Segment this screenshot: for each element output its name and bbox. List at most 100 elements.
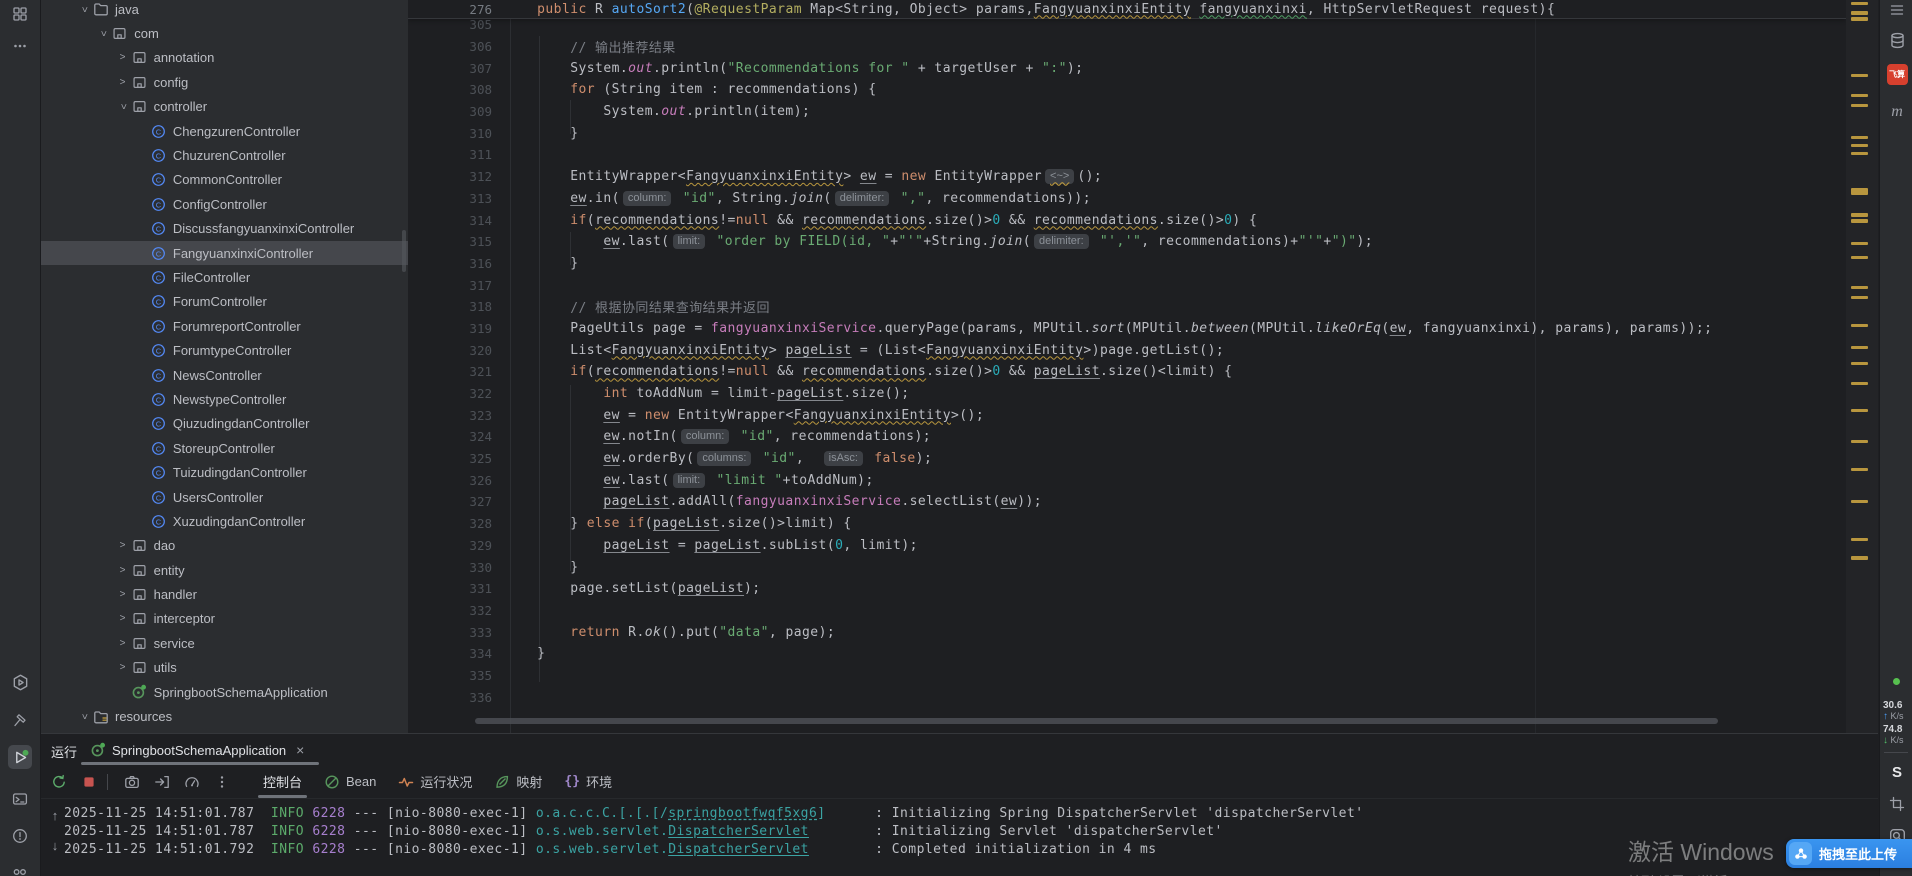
warning-stripe-mark[interactable] bbox=[1851, 286, 1868, 289]
console-tab-Bean[interactable]: Bean bbox=[313, 765, 387, 798]
line-number[interactable]: 315 bbox=[408, 234, 504, 249]
warning-stripe-mark[interactable] bbox=[1851, 2, 1868, 5]
warning-stripe-mark[interactable] bbox=[1851, 11, 1868, 15]
tree-item-entity[interactable]: > entity bbox=[41, 558, 408, 582]
warning-stripe-mark[interactable] bbox=[1851, 468, 1868, 471]
more-tool-windows-icon[interactable] bbox=[8, 34, 32, 58]
scroll-up-icon[interactable]: ↑ bbox=[47, 808, 63, 823]
tree-item-ForumController[interactable]: C ForumController bbox=[41, 290, 408, 314]
chevron-icon[interactable]: > bbox=[115, 52, 131, 63]
warning-stripe-mark[interactable] bbox=[1851, 17, 1868, 21]
tree-item-UsersController[interactable]: C UsersController bbox=[41, 485, 408, 509]
line-number[interactable]: 318 bbox=[408, 299, 504, 314]
chevron-icon[interactable]: > bbox=[115, 613, 131, 624]
line-number[interactable]: 328 bbox=[408, 516, 504, 531]
log-hyperlink[interactable]: DispatcherServlet bbox=[668, 824, 809, 839]
code-editor[interactable]: 305 306 // 输出推荐结果 307 System.out.println("… bbox=[408, 0, 1846, 733]
tree-item-ConfigController[interactable]: C ConfigController bbox=[41, 192, 408, 216]
warning-stripe-mark[interactable] bbox=[1851, 382, 1868, 385]
editor-horizontal-scrollbar[interactable] bbox=[475, 718, 1718, 724]
tree-item-annotation[interactable]: > annotation bbox=[41, 46, 408, 70]
chevron-icon[interactable]: > bbox=[115, 540, 131, 551]
tree-item-XuzudingdanController[interactable]: C XuzudingdanController bbox=[41, 509, 408, 533]
tree-item-QiuzudingdanController[interactable]: C QiuzudingdanController bbox=[41, 412, 408, 436]
screenshot-crop-icon[interactable] bbox=[1885, 792, 1909, 816]
build-icon[interactable] bbox=[8, 708, 32, 732]
tree-item-resources[interactable]: > resources bbox=[41, 704, 408, 728]
line-number[interactable]: 319 bbox=[408, 321, 504, 336]
line-number[interactable]: 311 bbox=[408, 147, 504, 162]
run-tab[interactable]: SpringbootSchemaApplication × bbox=[89, 738, 304, 762]
line-number[interactable]: 334 bbox=[408, 646, 504, 661]
warning-stripe-mark[interactable] bbox=[1851, 556, 1868, 560]
line-number[interactable]: 321 bbox=[408, 364, 504, 379]
warning-stripe-mark[interactable] bbox=[1851, 104, 1868, 107]
line-number[interactable]: 306 bbox=[408, 39, 504, 54]
warning-stripe-mark[interactable] bbox=[1851, 219, 1868, 223]
tree-item-utils[interactable]: > utils bbox=[41, 656, 408, 680]
tree-item-NewsController[interactable]: C NewsController bbox=[41, 363, 408, 387]
warning-stripe-mark[interactable] bbox=[1851, 440, 1868, 443]
tree-item-ChuzurenController[interactable]: C ChuzurenController bbox=[41, 143, 408, 167]
services-icon[interactable] bbox=[8, 670, 32, 694]
tree-item-controller[interactable]: > controller bbox=[41, 95, 408, 119]
line-number[interactable]: 276 bbox=[408, 2, 504, 17]
line-number[interactable]: 333 bbox=[408, 625, 504, 640]
tree-item-handler[interactable]: > handler bbox=[41, 582, 408, 606]
chevron-icon[interactable]: > bbox=[115, 662, 131, 673]
tree-item-com[interactable]: > com bbox=[41, 21, 408, 45]
chevron-icon[interactable]: > bbox=[115, 589, 131, 600]
more-options-button[interactable] bbox=[210, 770, 234, 794]
tree-item-ForumreportController[interactable]: C ForumreportController bbox=[41, 314, 408, 338]
line-number[interactable]: 313 bbox=[408, 191, 504, 206]
line-number[interactable]: 329 bbox=[408, 538, 504, 553]
line-number[interactable]: 322 bbox=[408, 386, 504, 401]
line-number[interactable]: 327 bbox=[408, 494, 504, 509]
line-number[interactable]: 331 bbox=[408, 581, 504, 596]
tree-item-CommonController[interactable]: C CommonController bbox=[41, 168, 408, 192]
line-number[interactable]: 325 bbox=[408, 451, 504, 466]
warning-stripe-mark[interactable] bbox=[1851, 144, 1868, 147]
warning-stripe-mark[interactable] bbox=[1851, 409, 1868, 412]
line-number[interactable]: 310 bbox=[408, 126, 504, 141]
tree-item-service[interactable]: > service bbox=[41, 631, 408, 655]
warning-stripe-mark[interactable] bbox=[1851, 538, 1868, 541]
tree-item-FileController[interactable]: C FileController bbox=[41, 265, 408, 289]
console-tab-控制台[interactable]: 控制台 bbox=[252, 765, 313, 798]
tree-item-dao[interactable]: > dao bbox=[41, 534, 408, 558]
line-number[interactable]: 308 bbox=[408, 82, 504, 97]
tree-item-TuizudingdanController[interactable]: C TuizudingdanController bbox=[41, 460, 408, 484]
chevron-icon[interactable]: > bbox=[115, 638, 131, 649]
scroll-down-icon[interactable]: ↓ bbox=[47, 838, 63, 853]
chevron-icon[interactable]: > bbox=[98, 26, 109, 42]
thread-dump-button[interactable] bbox=[150, 770, 174, 794]
chevron-icon[interactable]: > bbox=[79, 709, 90, 725]
warning-stripe-mark[interactable] bbox=[1851, 256, 1868, 259]
chevron-icon[interactable]: > bbox=[79, 1, 90, 17]
tree-item-config[interactable]: > config bbox=[41, 70, 408, 94]
warning-stripe-mark[interactable] bbox=[1851, 346, 1868, 349]
tree-item-FangyuanxinxiController[interactable]: C FangyuanxinxiController bbox=[41, 240, 408, 266]
stop-button[interactable] bbox=[77, 770, 101, 794]
line-number[interactable]: 312 bbox=[408, 169, 504, 184]
line-number[interactable]: 314 bbox=[408, 213, 504, 228]
feisuan-plugin-icon[interactable]: 飞算 bbox=[1885, 62, 1909, 86]
line-number[interactable]: 307 bbox=[408, 61, 504, 76]
upload-drop-badge[interactable]: 拖拽至此上传 bbox=[1786, 839, 1912, 868]
close-tab-icon[interactable]: × bbox=[296, 742, 304, 758]
warning-stripe-mark[interactable] bbox=[1851, 188, 1868, 195]
console-tab-环境[interactable]: {} 环境 bbox=[553, 765, 623, 798]
warning-stripe-mark[interactable] bbox=[1851, 296, 1868, 299]
line-number[interactable]: 326 bbox=[408, 473, 504, 488]
warning-stripe-mark[interactable] bbox=[1851, 213, 1868, 217]
warning-stripe-mark[interactable] bbox=[1851, 362, 1868, 365]
line-number[interactable]: 323 bbox=[408, 408, 504, 423]
line-number[interactable]: 324 bbox=[408, 429, 504, 444]
line-number[interactable]: 316 bbox=[408, 256, 504, 271]
warning-stripe-mark[interactable] bbox=[1851, 500, 1868, 503]
tree-scrollbar-thumb[interactable] bbox=[402, 230, 406, 272]
tree-item-ForumtypeController[interactable]: C ForumtypeController bbox=[41, 338, 408, 362]
tree-item-interceptor[interactable]: > interceptor bbox=[41, 607, 408, 631]
rerun-button[interactable] bbox=[47, 770, 71, 794]
console-tab-运行状况[interactable]: 运行状况 bbox=[387, 765, 483, 798]
